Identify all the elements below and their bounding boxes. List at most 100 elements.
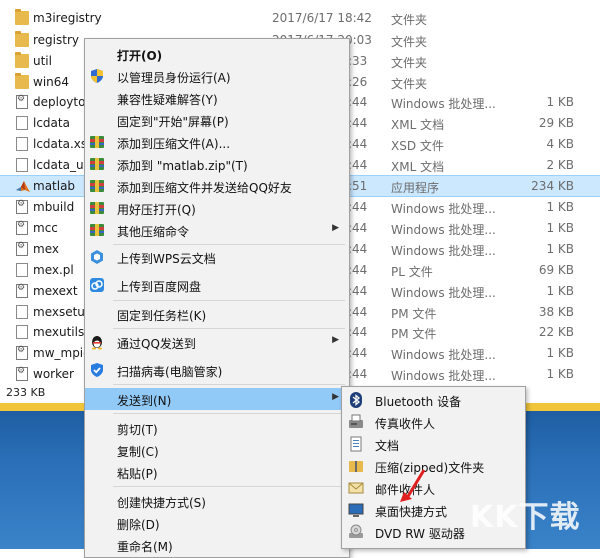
file-type: Windows 批处理... [391,97,496,111]
menu-item-label: 粘贴(P) [117,467,158,481]
menu-item-add-zip[interactable]: 添加到 "matlab.zip"(T) [85,153,349,175]
menu-item-open-haozip[interactable]: 用好压打开(Q) [85,197,349,219]
batch-file-icon [16,94,28,109]
menu-item-label: 用好压打开(Q) [117,203,196,217]
menu-item-upload-wps[interactable]: 上传到WPS云文档 [85,246,349,268]
file-type: Windows 批处理... [391,202,496,216]
archive-icon [89,222,105,238]
menu-item-open[interactable]: 打开(O) [85,43,349,65]
file-date: :44 [348,284,368,298]
menu-item-cut[interactable]: 剪切(T) [85,417,349,439]
menu-item-scan-virus[interactable]: 扫描病毒(电脑管家) [85,359,349,381]
send-to-documents[interactable]: 文档 [342,433,525,455]
folder-icon [15,9,29,25]
file-date: :44 [348,95,368,109]
file-size: 2 KB [546,158,574,172]
file-name: m3iregistry [33,11,102,25]
menu-item-delete[interactable]: 删除(D) [85,512,349,534]
file-name: lcdata.xs [33,137,88,151]
file-name: mw_mpie [33,346,91,360]
file-date: :44 [348,158,368,172]
menu-item-send-qq[interactable]: 通过QQ发送到 ▶ [85,331,349,353]
file-type: PL 文件 [391,265,433,279]
file-date: :44 [348,305,368,319]
guard-shield-icon [89,362,105,378]
menu-item-create-shortcut[interactable]: 创建快捷方式(S) [85,490,349,512]
file-type: XML 文档 [391,118,445,132]
file-type: 文件夹 [391,56,428,70]
file-name: util [33,54,52,68]
menu-separator [113,384,345,385]
file-size: 22 KB [538,325,574,339]
menu-item-paste[interactable]: 粘贴(P) [85,461,349,483]
menu-item-label: 添加到 "matlab.zip"(T) [117,159,248,173]
menu-item-compatibility[interactable]: 兼容性疑难解答(Y) [85,87,349,109]
file-name: mexsetu [33,305,85,319]
menu-item-rename[interactable]: 重命名(M) [85,534,349,556]
fax-icon [348,414,364,430]
file-date: :44 [348,221,368,235]
document-icon [16,325,28,339]
file-size: 69 KB [538,263,574,277]
menu-item-label: 发送到(N) [117,394,172,408]
file-size: 38 KB [538,305,574,319]
folder-icon [15,52,29,68]
file-size: 4 KB [546,137,574,151]
file-date: :44 [348,242,368,256]
menu-item-upload-baidu[interactable]: 上传到百度网盘 [85,274,349,296]
menu-item-label: 以管理员身份运行(A) [117,71,231,85]
file-type: Windows 批处理... [391,369,496,383]
menu-item-add-archive[interactable]: 添加到压缩文件(A)... [85,131,349,153]
file-date: :44 [348,346,368,360]
menu-separator [113,244,345,245]
baidu-cloud-icon [89,277,105,293]
submenu-item-label: DVD RW 驱动器 [375,527,465,541]
menu-separator [113,413,345,414]
file-name: matlab [33,179,76,193]
menu-item-label: 固定到"开始"屏幕(P) [117,115,229,129]
send-to-zip-folder[interactable]: 压缩(zipped)文件夹 [342,455,525,477]
file-size: 1 KB [546,284,574,298]
watermark-text: KK下载 [470,500,581,535]
submenu-item-label: 文档 [375,439,400,453]
menu-item-label: 其他压缩命令 [117,225,190,239]
file-date: :44 [348,325,368,339]
submenu-item-label: Bluetooth 设备 [375,395,462,409]
file-name: lcdata [33,116,70,130]
file-row[interactable]: m3iregistry 2017/6/17 18:42 文件夹 [0,8,600,29]
send-to-fax[interactable]: 传真收件人 [342,411,525,433]
menu-item-label: 固定到任务栏(K) [117,309,207,323]
menu-item-label: 打开(O) [117,49,163,63]
file-date: :44 [348,137,368,151]
file-type: Windows 批处理... [391,286,496,300]
file-size: 234 KB [531,179,574,193]
dvd-drive-icon [348,524,364,540]
documents-icon [348,436,364,452]
folder-icon [15,31,29,47]
menu-separator [113,486,345,487]
menu-item-pin-taskbar[interactable]: 固定到任务栏(K) [85,303,349,325]
menu-separator [113,328,345,329]
file-type: PM 文件 [391,327,437,341]
send-to-bluetooth[interactable]: Bluetooth 设备 [342,389,525,411]
mail-icon [348,480,364,496]
file-name: mex.pl [33,263,74,277]
document-icon [16,137,28,151]
matlab-icon [15,179,30,193]
menu-item-run-as-admin[interactable]: 以管理员身份运行(A) [85,65,349,87]
menu-item-send-to[interactable]: 发送到(N) ▶ [85,388,349,410]
menu-item-label: 扫描病毒(电脑管家) [117,365,223,379]
file-size: 29 KB [538,116,574,130]
file-date: :33 [348,54,368,68]
menu-item-other-compress[interactable]: 其他压缩命令 ▶ [85,219,349,241]
submenu-arrow-icon: ▶ [332,335,339,345]
file-date: :44 [348,116,368,130]
menu-item-copy[interactable]: 复制(C) [85,439,349,461]
menu-item-pin-start[interactable]: 固定到"开始"屏幕(P) [85,109,349,131]
file-type: Windows 批处理... [391,244,496,258]
menu-item-archive-send-qq[interactable]: 添加到压缩文件并发送给QQ好友 [85,175,349,197]
file-type: Windows 批处理... [391,223,496,237]
file-date: :51 [348,179,368,193]
watermark-logo: KK下载 [470,490,595,540]
menu-item-label: 创建快捷方式(S) [117,496,206,510]
